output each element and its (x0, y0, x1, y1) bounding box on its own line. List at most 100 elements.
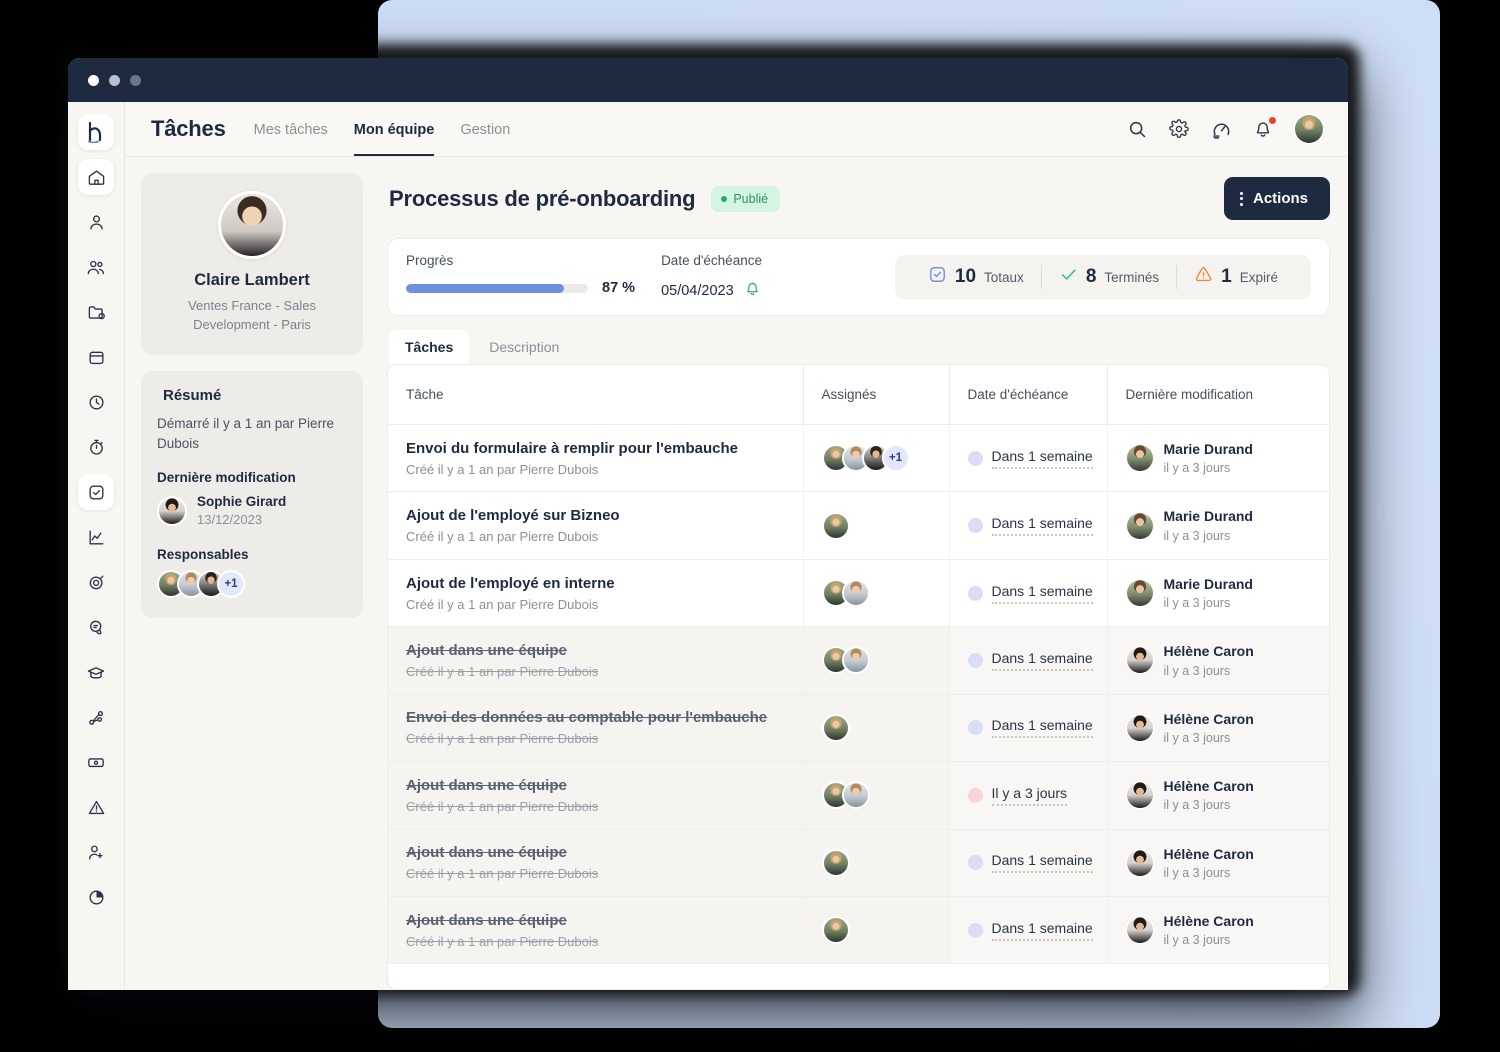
nav-tab-gestion[interactable]: Gestion (460, 102, 510, 156)
column-header-assignes: Assignés (802, 365, 949, 425)
nav-tab-mon-equipe[interactable]: Mon équipe (353, 102, 435, 156)
task-cell[interactable]: Ajout dans une équipe Créé il y a 1 an p… (388, 896, 803, 965)
column-header-derniere-modification: Dernière modification (1106, 365, 1329, 425)
table-row[interactable]: Ajout dans une équipe Créé il y a 1 an p… (388, 761, 1329, 830)
target-icon[interactable] (78, 564, 114, 600)
nav-tab-mes-taches[interactable]: Mes tâches (254, 102, 328, 156)
assignees-cell[interactable] (802, 559, 949, 628)
bell-icon[interactable] (1252, 116, 1277, 140)
folder-icon[interactable] (78, 294, 114, 330)
assignee-avatar-stack[interactable] (821, 781, 949, 810)
due-date-value[interactable]: Dans 1 semaine (991, 717, 1093, 739)
due-date-cell[interactable]: Dans 1 semaine (948, 896, 1107, 965)
chat-icon[interactable] (78, 609, 114, 645)
due-date-cell[interactable]: Dans 1 semaine (948, 424, 1107, 493)
assignees-cell[interactable] (802, 829, 949, 897)
assignees-cell[interactable] (802, 761, 949, 830)
assignees-cell[interactable] (802, 896, 949, 965)
chart-line-icon[interactable] (78, 519, 114, 555)
alert-triangle-icon[interactable] (78, 789, 114, 825)
due-date-cell[interactable]: Dans 1 semaine (948, 694, 1107, 763)
timer-icon[interactable] (78, 429, 114, 465)
tab-taches[interactable]: Tâches (389, 330, 470, 364)
table-row[interactable]: Ajout de l'employé sur Bizneo Créé il y … (388, 491, 1329, 560)
assignees-cell[interactable] (802, 694, 949, 763)
assignee-avatar-stack[interactable] (821, 713, 949, 742)
users-icon[interactable] (78, 249, 114, 285)
assignee-avatar-stack[interactable]: +1 (821, 444, 949, 473)
minimize-button[interactable] (109, 74, 120, 86)
task-title: Ajout de l'employé sur Bizneo (406, 507, 620, 525)
assignees-cell[interactable] (802, 626, 949, 695)
assignee-avatar-stack[interactable] (821, 646, 949, 675)
close-button[interactable] (88, 74, 99, 86)
task-title: Ajout dans une équipe (406, 641, 567, 659)
responsables-avatar-stack[interactable]: +1 (157, 569, 347, 598)
user-add-icon[interactable] (78, 834, 114, 870)
money-icon[interactable] (78, 744, 114, 780)
home-icon[interactable] (78, 159, 114, 195)
org-chart-icon[interactable] (78, 699, 114, 735)
checkbox-task-icon[interactable] (78, 474, 114, 510)
progress-bar (406, 283, 588, 293)
due-date-value[interactable]: Dans 1 semaine (991, 852, 1093, 874)
assignee-avatar-stack[interactable] (821, 579, 949, 608)
profile-card: Claire Lambert Ventes France - Sales Dev… (141, 173, 363, 355)
user-icon[interactable] (78, 204, 114, 240)
bell-reminder-icon[interactable] (744, 280, 761, 301)
task-cell[interactable]: Ajout dans une équipe Créé il y a 1 an p… (388, 761, 803, 830)
avatar-overflow-count[interactable]: +1 (881, 444, 910, 473)
table-row[interactable]: Envoi des données au comptable pour l'em… (388, 694, 1329, 763)
tasks-table: Tâche Assignés Date d'échéance Dernière … (388, 365, 1329, 965)
due-date-cell[interactable]: Dans 1 semaine (948, 559, 1107, 628)
assignees-cell[interactable]: +1 (802, 424, 949, 493)
task-cell[interactable]: Envoi du formulaire à remplir pour l'emb… (388, 424, 803, 493)
clock-icon[interactable] (78, 384, 114, 420)
brand-logo-icon[interactable] (78, 114, 114, 150)
table-row[interactable]: Ajout dans une équipe Créé il y a 1 an p… (388, 896, 1329, 965)
due-date-cell[interactable]: Il y a 3 jours (948, 761, 1107, 830)
due-date-cell[interactable]: Dans 1 semaine (948, 829, 1107, 897)
due-date-value[interactable]: Dans 1 semaine (991, 448, 1093, 469)
search-icon[interactable] (1126, 118, 1148, 140)
task-cell[interactable]: Ajout de l'employé en interne Créé il y … (388, 559, 803, 628)
due-date-value[interactable]: Dans 1 semaine (991, 920, 1093, 941)
maximize-button[interactable] (130, 74, 141, 86)
summary-responsables-label: Responsables (157, 546, 249, 562)
task-title: Ajout dans une équipe (406, 776, 567, 794)
table-row[interactable]: Ajout de l'employé en interne Créé il y … (388, 559, 1329, 628)
calendar-icon[interactable] (78, 339, 114, 375)
speedometer-icon[interactable] (1210, 118, 1232, 140)
due-date-value[interactable]: Dans 1 semaine (991, 650, 1093, 671)
task-cell[interactable]: Envoi des données au comptable pour l'em… (388, 694, 803, 763)
task-cell[interactable]: Ajout dans une équipe Créé il y a 1 an p… (388, 829, 803, 897)
actions-button[interactable]: Actions (1223, 177, 1330, 220)
task-title: Envoi du formulaire à remplir pour l'emb… (406, 439, 738, 457)
gear-icon[interactable] (1168, 118, 1190, 140)
profile-avatar (218, 191, 286, 259)
last-modification-cell: Marie Durand il y a 3 jours (1106, 559, 1329, 628)
due-date-value[interactable]: Dans 1 semaine (991, 515, 1093, 537)
table-row[interactable]: Ajout dans une équipe Créé il y a 1 an p… (388, 829, 1329, 897)
modified-time: il y a 3 jours (1163, 663, 1231, 678)
due-status-icon (967, 787, 983, 803)
assignee-avatar-stack[interactable] (821, 848, 949, 877)
task-cell[interactable]: Ajout dans une équipe Créé il y a 1 an p… (388, 626, 803, 695)
table-row[interactable]: Envoi du formulaire à remplir pour l'emb… (388, 424, 1329, 493)
assignees-cell[interactable] (802, 491, 949, 560)
table-row[interactable]: Ajout dans une équipe Créé il y a 1 an p… (388, 626, 1329, 695)
pie-chart-icon[interactable] (78, 879, 114, 915)
graduation-cap-icon[interactable] (78, 654, 114, 690)
due-date-cell[interactable]: Dans 1 semaine (948, 626, 1107, 695)
counter-totaux-label: Totaux (984, 269, 1024, 285)
due-date-value[interactable]: Dans 1 semaine (991, 583, 1093, 604)
avatar[interactable] (1294, 114, 1324, 144)
tab-description[interactable]: Description (473, 330, 575, 364)
avatar-overflow-count[interactable]: +1 (217, 569, 245, 598)
due-date-value[interactable]: Il y a 3 jours (991, 785, 1067, 806)
assignee-avatar-stack[interactable] (821, 916, 949, 945)
task-cell[interactable]: Ajout de l'employé sur Bizneo Créé il y … (388, 491, 803, 560)
assignee-avatar-stack[interactable] (821, 511, 949, 540)
task-title: Ajout dans une équipe (406, 844, 567, 862)
due-date-cell[interactable]: Dans 1 semaine (948, 491, 1107, 560)
